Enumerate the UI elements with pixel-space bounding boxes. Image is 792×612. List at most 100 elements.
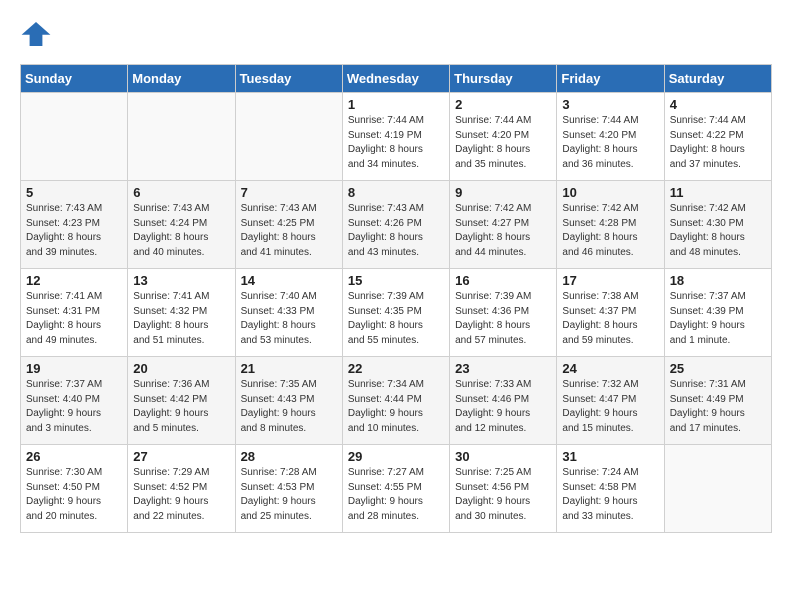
calendar-cell: 10 Sunrise: 7:42 AM Sunset: 4:28 PM Dayli…: [557, 181, 664, 269]
day-info: Sunrise: 7:31 AM Sunset: 4:49 PM Dayligh…: [670, 378, 766, 436]
day-info: Sunrise: 7:33 AM Sunset: 4:46 PM Dayligh…: [455, 378, 551, 436]
day-info: Sunrise: 7:35 AM Sunset: 4:43 PM Dayligh…: [241, 378, 337, 436]
logo: [20, 20, 56, 48]
day-info: Sunrise: 7:36 AM Sunset: 4:42 PM Dayligh…: [133, 378, 229, 436]
day-info: Sunrise: 7:39 AM Sunset: 4:36 PM Dayligh…: [455, 290, 551, 348]
calendar-cell: 15 Sunrise: 7:39 AM Sunset: 4:35 PM Dayli…: [342, 269, 449, 357]
day-number: 4: [670, 97, 766, 112]
day-info: Sunrise: 7:28 AM Sunset: 4:53 PM Dayligh…: [241, 466, 337, 524]
day-number: 21: [241, 361, 337, 376]
day-number: 12: [26, 273, 122, 288]
weekday-header-saturday: Saturday: [664, 65, 771, 93]
calendar-cell: 4 Sunrise: 7:44 AM Sunset: 4:22 PM Daylig…: [664, 93, 771, 181]
day-info: Sunrise: 7:42 AM Sunset: 4:28 PM Dayligh…: [562, 202, 658, 260]
day-number: 5: [26, 185, 122, 200]
day-info: Sunrise: 7:41 AM Sunset: 4:31 PM Dayligh…: [26, 290, 122, 348]
weekday-header-friday: Friday: [557, 65, 664, 93]
day-number: 13: [133, 273, 229, 288]
calendar-cell: 26 Sunrise: 7:30 AM Sunset: 4:50 PM Dayli…: [21, 445, 128, 533]
day-number: 16: [455, 273, 551, 288]
day-number: 22: [348, 361, 444, 376]
day-number: 26: [26, 449, 122, 464]
day-number: 10: [562, 185, 658, 200]
day-info: Sunrise: 7:29 AM Sunset: 4:52 PM Dayligh…: [133, 466, 229, 524]
day-number: 9: [455, 185, 551, 200]
calendar-week-4: 19 Sunrise: 7:37 AM Sunset: 4:40 PM Dayli…: [21, 357, 772, 445]
calendar-cell: [128, 93, 235, 181]
day-number: 11: [670, 185, 766, 200]
calendar-week-1: 1 Sunrise: 7:44 AM Sunset: 4:19 PM Daylig…: [21, 93, 772, 181]
calendar-cell: 7Sunrise: 7:43 AM Sunset: 4:25 PM Daylig…: [235, 181, 342, 269]
day-info: Sunrise: 7:41 AM Sunset: 4:32 PM Dayligh…: [133, 290, 229, 348]
calendar-cell: 30 Sunrise: 7:25 AM Sunset: 4:56 PM Dayli…: [450, 445, 557, 533]
calendar-cell: 24 Sunrise: 7:32 AM Sunset: 4:47 PM Dayli…: [557, 357, 664, 445]
day-info: Sunrise: 7:42 AM Sunset: 4:30 PM Dayligh…: [670, 202, 766, 260]
day-number: 2: [455, 97, 551, 112]
day-number: 29: [348, 449, 444, 464]
day-number: 17: [562, 273, 658, 288]
calendar-cell: 28 Sunrise: 7:28 AM Sunset: 4:53 PM Dayli…: [235, 445, 342, 533]
day-info: Sunrise: 7:44 AM Sunset: 4:20 PM Dayligh…: [455, 114, 551, 172]
calendar-cell: 14 Sunrise: 7:40 AM Sunset: 4:33 PM Dayli…: [235, 269, 342, 357]
calendar-cell: 12 Sunrise: 7:41 AM Sunset: 4:31 PM Dayli…: [21, 269, 128, 357]
calendar-cell: 3 Sunrise: 7:44 AM Sunset: 4:20 PM Daylig…: [557, 93, 664, 181]
day-info: Sunrise: 7:40 AM Sunset: 4:33 PM Dayligh…: [241, 290, 337, 348]
day-number: 28: [241, 449, 337, 464]
day-info: Sunrise: 7:44 AM Sunset: 4:19 PM Dayligh…: [348, 114, 444, 172]
day-number: 14: [241, 273, 337, 288]
calendar-cell: 2 Sunrise: 7:44 AM Sunset: 4:20 PM Daylig…: [450, 93, 557, 181]
calendar-week-2: 5 Sunrise: 7:43 AM Sunset: 4:23 PM Daylig…: [21, 181, 772, 269]
weekday-header-thursday: Thursday: [450, 65, 557, 93]
day-number: 6: [133, 185, 229, 200]
calendar-cell: [235, 93, 342, 181]
weekday-header-sunday: Sunday: [21, 65, 128, 93]
calendar-cell: 16 Sunrise: 7:39 AM Sunset: 4:36 PM Dayli…: [450, 269, 557, 357]
day-info: Sunrise: 7:43 AM Sunset: 4:26 PM Dayligh…: [348, 202, 444, 260]
calendar-cell: 29 Sunrise: 7:27 AM Sunset: 4:55 PM Dayli…: [342, 445, 449, 533]
weekday-header-row: SundayMondayTuesdayWednesdayThursdayFrid…: [21, 65, 772, 93]
calendar-cell: 23 Sunrise: 7:33 AM Sunset: 4:46 PM Dayli…: [450, 357, 557, 445]
day-number: 25: [670, 361, 766, 376]
day-info: Sunrise: 7:43 AM Sunset: 4:23 PM Dayligh…: [26, 202, 122, 260]
calendar-cell: 6 Sunrise: 7:43 AM Sunset: 4:24 PM Daylig…: [128, 181, 235, 269]
day-number: 3: [562, 97, 658, 112]
day-info: Sunrise: 7:43 AM Sunset: 4:25 PM Dayligh…: [241, 202, 337, 260]
day-info: Sunrise: 7:27 AM Sunset: 4:55 PM Dayligh…: [348, 466, 444, 524]
calendar-week-3: 12 Sunrise: 7:41 AM Sunset: 4:31 PM Dayli…: [21, 269, 772, 357]
calendar-cell: 5 Sunrise: 7:43 AM Sunset: 4:23 PM Daylig…: [21, 181, 128, 269]
day-info: Sunrise: 7:43 AM Sunset: 4:24 PM Dayligh…: [133, 202, 229, 260]
day-number: 30: [455, 449, 551, 464]
day-number: 23: [455, 361, 551, 376]
page-header: [20, 20, 772, 48]
logo-icon: [20, 20, 52, 48]
day-number: 18: [670, 273, 766, 288]
calendar-week-5: 26 Sunrise: 7:30 AM Sunset: 4:50 PM Dayli…: [21, 445, 772, 533]
calendar-cell: 21 Sunrise: 7:35 AM Sunset: 4:43 PM Dayli…: [235, 357, 342, 445]
day-number: 27: [133, 449, 229, 464]
calendar-cell: 13 Sunrise: 7:41 AM Sunset: 4:32 PM Dayli…: [128, 269, 235, 357]
calendar-cell: 19 Sunrise: 7:37 AM Sunset: 4:40 PM Dayli…: [21, 357, 128, 445]
day-number: 24: [562, 361, 658, 376]
calendar-cell: 9Sunrise: 7:42 AM Sunset: 4:27 PM Daylig…: [450, 181, 557, 269]
day-number: 8: [348, 185, 444, 200]
weekday-header-tuesday: Tuesday: [235, 65, 342, 93]
calendar-cell: [664, 445, 771, 533]
day-number: 31: [562, 449, 658, 464]
day-info: Sunrise: 7:38 AM Sunset: 4:37 PM Dayligh…: [562, 290, 658, 348]
day-info: Sunrise: 7:25 AM Sunset: 4:56 PM Dayligh…: [455, 466, 551, 524]
day-number: 19: [26, 361, 122, 376]
day-info: Sunrise: 7:32 AM Sunset: 4:47 PM Dayligh…: [562, 378, 658, 436]
day-number: 15: [348, 273, 444, 288]
calendar-table: SundayMondayTuesdayWednesdayThursdayFrid…: [20, 64, 772, 533]
day-number: 1: [348, 97, 444, 112]
calendar-cell: 8 Sunrise: 7:43 AM Sunset: 4:26 PM Daylig…: [342, 181, 449, 269]
day-info: Sunrise: 7:39 AM Sunset: 4:35 PM Dayligh…: [348, 290, 444, 348]
day-info: Sunrise: 7:37 AM Sunset: 4:40 PM Dayligh…: [26, 378, 122, 436]
day-info: Sunrise: 7:44 AM Sunset: 4:22 PM Dayligh…: [670, 114, 766, 172]
day-info: Sunrise: 7:44 AM Sunset: 4:20 PM Dayligh…: [562, 114, 658, 172]
weekday-header-wednesday: Wednesday: [342, 65, 449, 93]
day-info: Sunrise: 7:24 AM Sunset: 4:58 PM Dayligh…: [562, 466, 658, 524]
calendar-cell: 31 Sunrise: 7:24 AM Sunset: 4:58 PM Dayli…: [557, 445, 664, 533]
calendar-cell: 20Sunrise: 7:36 AM Sunset: 4:42 PM Dayli…: [128, 357, 235, 445]
day-info: Sunrise: 7:30 AM Sunset: 4:50 PM Dayligh…: [26, 466, 122, 524]
